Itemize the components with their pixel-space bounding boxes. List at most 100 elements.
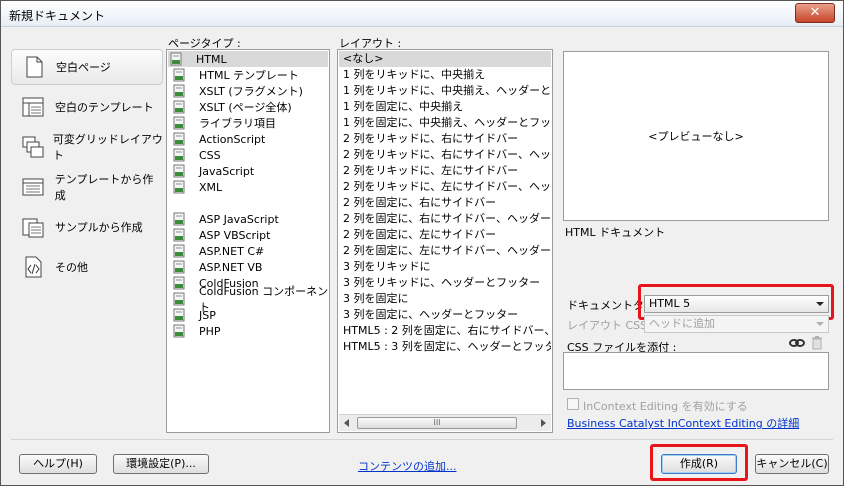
- layout-css-select[interactable]: ヘッドに追加: [644, 315, 829, 333]
- nav-item-fluid-grid[interactable]: 可変グリッドレイアウト: [11, 129, 163, 165]
- document-type-icon: [173, 84, 189, 98]
- layout-item[interactable]: 2 列を固定に、左にサイドバー、ヘッダーとフッター: [339, 243, 551, 259]
- layout-item[interactable]: 3 列をリキッドに、ヘッダーとフッター: [339, 275, 551, 291]
- page-type-label-text: ASP.NET C#: [199, 244, 265, 258]
- page-type-item[interactable]: ASP.NET VB: [171, 259, 262, 275]
- footer-divider: [11, 439, 833, 440]
- nav-item-blank-template[interactable]: 空白のテンプレート: [11, 89, 163, 125]
- layout-item[interactable]: 1 列をリキッドに、中央揃え: [339, 67, 551, 83]
- page-type-label-text: ASP VBScript: [199, 228, 271, 242]
- layout-item[interactable]: 2 列を固定に、右にサイドバー、ヘッダーとフッター: [339, 211, 551, 227]
- cancel-button[interactable]: キャンセル(C): [755, 454, 829, 474]
- window-title: 新規ドキュメント: [9, 9, 106, 23]
- layout-item[interactable]: HTML5 : 2 列を固定に、右にサイドバー、ヘッダーとフ: [339, 323, 551, 339]
- page-type-item[interactable]: HTML: [168, 51, 328, 67]
- page-type-item[interactable]: ライブラリ項目: [171, 115, 276, 131]
- page-type-label-text: XSLT (フラグメント): [199, 85, 303, 98]
- document-type-icon: [173, 308, 189, 322]
- layout-item[interactable]: 2 列をリキッドに、左にサイドバー、ヘッダーとフッター: [339, 179, 551, 195]
- layout-item[interactable]: 2 列を固定に、右にサイドバー: [339, 195, 551, 211]
- from-template-icon: [21, 175, 45, 199]
- layout-item[interactable]: 3 列を固定に: [339, 291, 551, 307]
- from-sample-icon: [21, 215, 45, 239]
- page-type-label-text: ColdFusion コンポーネント: [199, 285, 329, 314]
- document-type-icon: [173, 164, 189, 178]
- layout-item[interactable]: 1 列を固定に、中央揃え: [339, 99, 551, 115]
- document-type-icon: [173, 212, 189, 226]
- layout-item[interactable]: HTML5 : 3 列を固定に、ヘッダーとフッター: [339, 339, 551, 355]
- preferences-button[interactable]: 環境設定(P)...: [113, 454, 209, 474]
- page-type-label-text: ライブラリ項目: [199, 117, 276, 130]
- page-type-item[interactable]: HTML テンプレート: [171, 67, 299, 83]
- layout-item[interactable]: 2 列をリキッドに、右にサイドバー: [339, 131, 551, 147]
- page-type-item[interactable]: ASP JavaScript: [171, 211, 279, 227]
- page-type-label-text: ASP JavaScript: [199, 212, 279, 226]
- link-chain-icon[interactable]: [789, 337, 805, 352]
- page-type-item[interactable]: ASP.NET C#: [171, 243, 264, 259]
- layout-item[interactable]: 2 列をリキッドに、左にサイドバー: [339, 163, 551, 179]
- document-type-icon: [173, 292, 189, 306]
- layout-item[interactable]: <なし>: [339, 51, 551, 67]
- layout-item[interactable]: 3 列をリキッドに: [339, 259, 551, 275]
- layout-list[interactable]: <なし>1 列をリキッドに、中央揃え1 列をリキッドに、中央揃え、ヘッダーとフッ…: [337, 49, 553, 433]
- preview-text: <プレビューなし>: [648, 130, 744, 143]
- nav-item-from-template[interactable]: テンプレートから作成: [11, 169, 163, 205]
- document-type-icon: [173, 260, 189, 274]
- page-type-item[interactable]: ActionScript: [171, 131, 265, 147]
- page-type-label-text: XML: [199, 180, 223, 194]
- page-type-item[interactable]: JSP: [171, 307, 216, 323]
- new-document-dialog: 新規ドキュメント ✕ 空白ページ 空白のテンプレート 可変グリッドレイアウト テ…: [0, 0, 844, 486]
- page-type-item[interactable]: XSLT (フラグメント): [171, 83, 303, 99]
- nav-label: 空白ページ: [56, 61, 111, 74]
- page-type-item[interactable]: XML: [171, 179, 222, 195]
- document-type-icon: [173, 132, 189, 146]
- page-type-item[interactable]: ColdFusion コンポーネント: [171, 285, 329, 314]
- layout-item[interactable]: 2 列を固定に、左にサイドバー: [339, 227, 551, 243]
- close-icon: ✕: [809, 5, 821, 20]
- document-type-icon: [173, 228, 189, 242]
- page-type-list[interactable]: HTML HTML テンプレート XSLT (フラグメント) XSLT (ページ全体)…: [166, 49, 330, 433]
- get-more-content-link[interactable]: コンテンツの追加...: [358, 458, 457, 474]
- nav-item-from-sample[interactable]: サンプルから作成: [11, 209, 163, 245]
- page-type-label-text: ASP.NET VB: [199, 260, 263, 274]
- page-type-item[interactable]: ASP VBScript: [171, 227, 270, 243]
- layout-item[interactable]: 2 列をリキッドに、右にサイドバー、ヘッダーとフッター: [339, 147, 551, 163]
- preview-pane: <プレビューなし>: [563, 51, 829, 221]
- nav-label: 可変グリッドレイアウト: [52, 133, 163, 162]
- trash-icon[interactable]: [811, 336, 823, 353]
- document-type-icon: [173, 68, 189, 82]
- page-type-label-text: CSS: [199, 148, 221, 162]
- nav-label: 空白のテンプレート: [55, 101, 154, 114]
- page-type-item[interactable]: CSS: [171, 147, 221, 163]
- layout-item[interactable]: 1 列をリキッドに、中央揃え、ヘッダーとフッター: [339, 83, 551, 99]
- scroll-thumb[interactable]: III: [357, 417, 517, 429]
- help-button[interactable]: ヘルプ(H): [19, 454, 97, 474]
- fluid-grid-icon: [21, 135, 44, 159]
- document-type-icon: [173, 116, 189, 130]
- document-type-icon: [170, 52, 186, 66]
- nav-item-other[interactable]: その他: [11, 249, 163, 285]
- incontext-learn-more-link[interactable]: Business Catalyst InContext Editing の詳細: [567, 415, 799, 431]
- page-type-item[interactable]: XSLT (ページ全体): [171, 99, 292, 115]
- page-type-item[interactable]: JavaScript: [171, 163, 254, 179]
- nav-item-blank-page[interactable]: 空白ページ: [11, 49, 163, 85]
- layout-css-value: ヘッドに追加: [649, 317, 715, 330]
- page-type-item[interactable]: PHP: [171, 323, 221, 339]
- nav-label: サンプルから作成: [55, 221, 143, 234]
- chevron-down-icon: [816, 322, 824, 326]
- horizontal-scrollbar[interactable]: III: [339, 414, 551, 431]
- layout-item[interactable]: 3 列を固定に、ヘッダーとフッター: [339, 307, 551, 323]
- page-type-label-text: XSLT (ページ全体): [199, 101, 292, 114]
- scroll-right-icon[interactable]: [541, 419, 546, 427]
- page-type-label-text: JavaScript: [199, 164, 255, 178]
- incontext-checkbox[interactable]: [567, 398, 579, 410]
- scroll-left-icon[interactable]: [344, 419, 349, 427]
- title-bar: 新規ドキュメント ✕: [1, 1, 843, 27]
- page-type-label-text: ActionScript: [199, 132, 266, 146]
- layout-item[interactable]: 1 列を固定に、中央揃え、ヘッダーとフッター: [339, 115, 551, 131]
- blank-template-icon: [21, 95, 45, 119]
- close-button[interactable]: ✕: [795, 3, 835, 23]
- attached-css-list[interactable]: [563, 352, 829, 390]
- page-type-label-text: HTML: [196, 52, 227, 66]
- other-code-icon: [21, 255, 45, 279]
